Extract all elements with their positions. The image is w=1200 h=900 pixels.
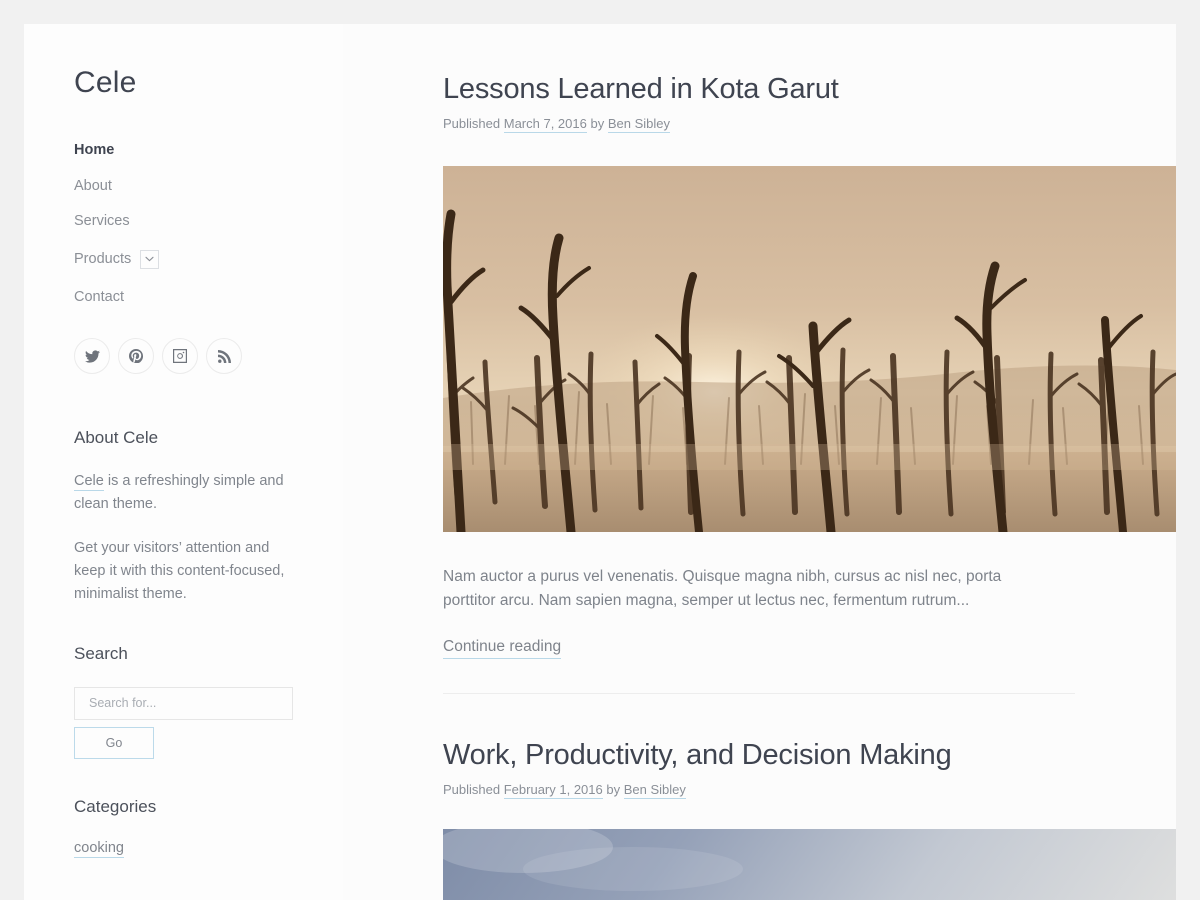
post-meta: Published February 1, 2016 by Ben Sibley <box>443 782 1075 800</box>
about-widget-paragraph-2: Get your visitors’ attention and keep it… <box>74 540 285 603</box>
post-title: Lessons Learned in Kota Garut <box>443 72 1075 107</box>
post-meta-by-label: by <box>590 116 605 132</box>
instagram-icon[interactable] <box>162 338 198 374</box>
post-date-link[interactable]: February 1, 2016 <box>503 782 603 800</box>
site-title[interactable]: Cele <box>74 66 343 99</box>
sidebar-item-services[interactable]: Services <box>74 214 343 229</box>
burnt-forest-illustration <box>443 165 1176 532</box>
search-widget-title: Search <box>74 644 128 664</box>
page-container: Cele Home About Services Products Contac… <box>24 24 1176 900</box>
about-widget-paragraph-1: Cele is a refreshingly simple and clean … <box>74 470 289 516</box>
post-title: Work, Productivity, and Decision Making <box>443 738 1075 773</box>
about-widget-paragraph-1-rest: is a refreshingly simple and clean theme… <box>74 473 284 513</box>
category-link-cooking[interactable]: cooking <box>74 840 124 859</box>
blue-sky-illustration <box>443 828 1176 900</box>
about-widget: About Cele Cele is a refreshingly simple… <box>74 428 343 606</box>
post-title-link[interactable]: Work, Productivity, and Decision Making <box>443 739 952 771</box>
post-meta-by-label: by <box>606 782 621 798</box>
continue-reading-link[interactable]: Continue reading <box>443 638 562 659</box>
post-featured-image[interactable] <box>443 165 1176 532</box>
main-navigation: Home About Services Products Contact <box>74 143 343 304</box>
post-author-link[interactable]: Ben Sibley <box>607 116 670 134</box>
about-widget-title: About Cele <box>74 428 159 447</box>
social-links <box>74 338 343 374</box>
search-input[interactable] <box>74 686 293 720</box>
sidebar-item-products-row: Products <box>74 249 343 269</box>
post-article: Work, Productivity, and Decision Making … <box>343 694 1176 900</box>
post-author-link[interactable]: Ben Sibley <box>623 782 686 800</box>
post-title-link[interactable]: Lessons Learned in Kota Garut <box>443 73 839 105</box>
categories-widget-title: Categories <box>74 796 157 816</box>
post-excerpt: Nam auctor a purus vel venenatis. Quisqu… <box>443 567 1002 609</box>
sidebar: Cele Home About Services Products Contac… <box>24 24 343 900</box>
post-meta-published-label: Published <box>443 782 501 798</box>
post-featured-image[interactable] <box>443 828 1176 900</box>
chevron-down-icon[interactable] <box>140 249 160 269</box>
main-content: Lessons Learned in Kota Garut Published … <box>343 24 1176 900</box>
sidebar-item-contact[interactable]: Contact <box>74 289 343 305</box>
twitter-icon[interactable] <box>74 338 110 374</box>
cele-theme-link[interactable]: Cele <box>74 473 104 492</box>
sidebar-item-products[interactable]: Products <box>74 252 131 267</box>
rss-icon[interactable] <box>206 338 242 374</box>
search-widget: Search Go <box>74 644 343 759</box>
post-article: Lessons Learned in Kota Garut Published … <box>343 24 1176 694</box>
post-meta: Published March 7, 2016 by Ben Sibley <box>443 116 1075 134</box>
categories-widget: Categories cooking <box>74 796 343 859</box>
search-submit-button[interactable]: Go <box>74 726 154 759</box>
pinterest-icon[interactable] <box>118 338 154 374</box>
post-date-link[interactable]: March 7, 2016 <box>503 116 587 134</box>
post-meta-published-label: Published <box>443 116 501 132</box>
sidebar-item-home[interactable]: Home <box>74 143 343 158</box>
sidebar-item-about[interactable]: About <box>74 178 343 194</box>
